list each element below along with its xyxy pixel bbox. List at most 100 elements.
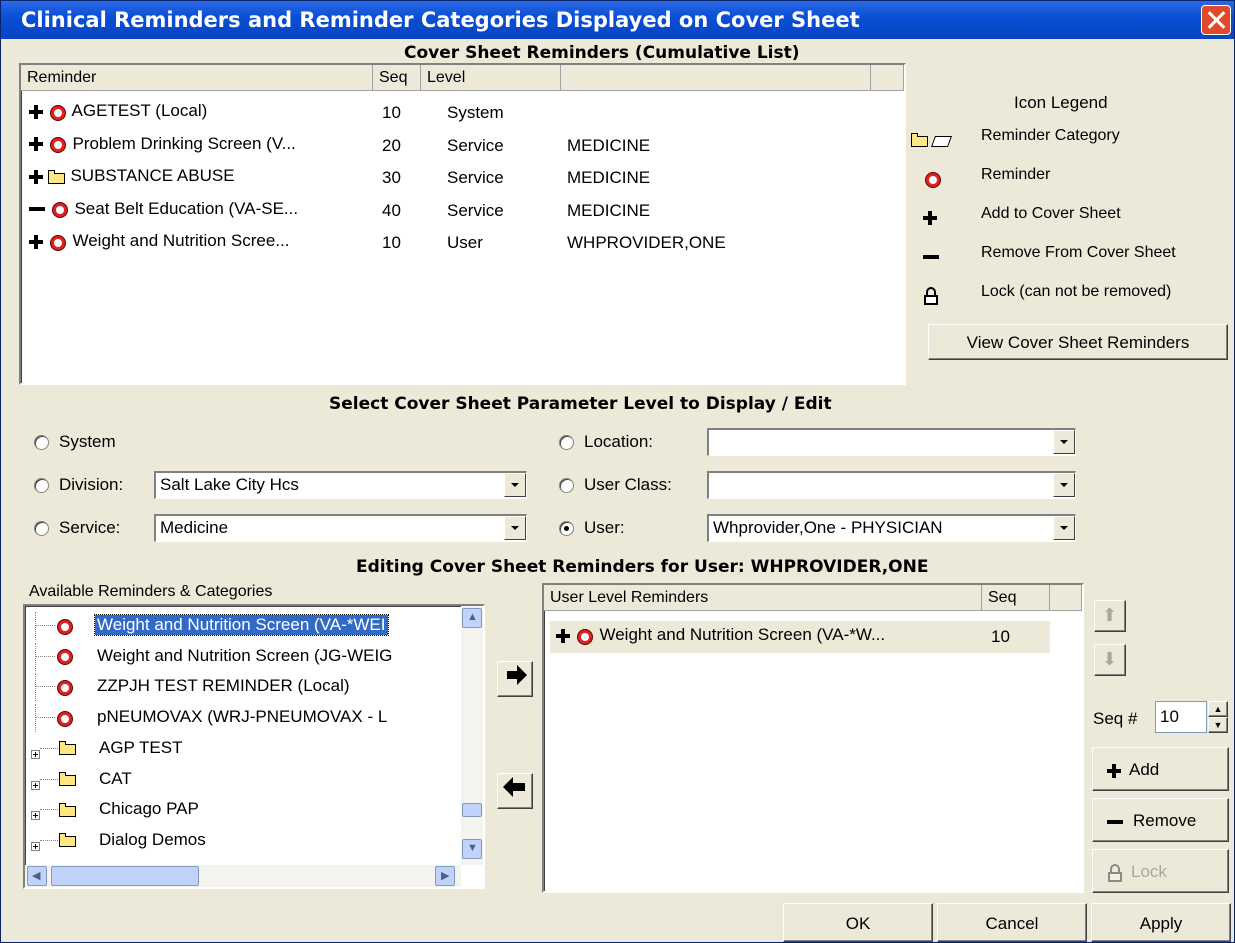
- col-header-value[interactable]: [561, 65, 871, 91]
- col-header-seq[interactable]: Seq: [373, 65, 421, 91]
- division-combo[interactable]: Salt Lake City Hcs: [154, 471, 527, 499]
- lock-button[interactable]: Lock: [1092, 849, 1229, 893]
- cumulative-row[interactable]: Problem Drinking Screen (V... 20 Service ME…: [29, 130, 869, 162]
- arrow-left-icon: [503, 777, 525, 797]
- col-header-user-seq[interactable]: Seq: [982, 585, 1050, 611]
- cumulative-heading: Cover Sheet Reminders (Cumulative List): [404, 43, 800, 63]
- chevron-down-icon[interactable]: [1053, 516, 1075, 540]
- reminder-name: SUBSTANCE ABUSE: [70, 166, 235, 185]
- move-left-button[interactable]: [497, 773, 533, 809]
- radio-user-class[interactable]: [559, 478, 574, 493]
- radio-location[interactable]: [559, 435, 574, 450]
- expand-icon[interactable]: [31, 780, 40, 790]
- reminder-level: Service: [447, 200, 504, 220]
- tree-category-item[interactable]: CAT: [25, 766, 459, 794]
- move-up-button[interactable]: ⬆: [1094, 600, 1126, 632]
- vertical-scrollbar[interactable]: ▲ ▼: [461, 606, 483, 865]
- scroll-left-icon[interactable]: ◀: [27, 866, 47, 886]
- cumulative-list[interactable]: Reminder Seq Level AGETEST (Local) 10 Syst…: [19, 63, 906, 385]
- cumulative-row[interactable]: SUBSTANCE ABUSE 30 Service MEDICINE: [29, 162, 869, 194]
- tree-reminder-item[interactable]: Weight and Nutrition Screen (VA-*WEI: [25, 612, 459, 640]
- radio-user[interactable]: [559, 521, 574, 536]
- chevron-down-icon[interactable]: [504, 473, 526, 497]
- cumulative-row[interactable]: AGETEST (Local) 10 System: [29, 97, 869, 129]
- user-class-combo[interactable]: [707, 471, 1076, 499]
- lock-icon: [1107, 863, 1123, 882]
- view-cover-sheet-reminders-button[interactable]: View Cover Sheet Reminders: [928, 324, 1228, 360]
- expand-icon[interactable]: [31, 841, 40, 851]
- spin-down-icon[interactable]: ▼: [1208, 717, 1228, 733]
- legend-item: Remove From Cover Sheet: [911, 242, 1233, 270]
- user-reminder-name: Weight and Nutrition Screen (VA-*W...: [599, 625, 886, 644]
- minus-icon: [1107, 815, 1123, 829]
- legend-label: Reminder: [981, 166, 1051, 183]
- ok-button[interactable]: OK: [783, 903, 933, 942]
- legend-label: Add to Cover Sheet: [981, 205, 1121, 222]
- seq-input[interactable]: 10: [1155, 701, 1207, 733]
- apply-button[interactable]: Apply: [1091, 903, 1231, 942]
- radio-system[interactable]: [34, 435, 49, 450]
- seq-spinner[interactable]: ▲ ▼: [1208, 701, 1228, 733]
- user-level-list[interactable]: User Level Reminders Seq Weight and Nutr…: [542, 583, 1084, 893]
- add-button[interactable]: Add: [1092, 747, 1229, 791]
- expand-icon[interactable]: [31, 811, 40, 821]
- col-header-user-spacer: [1050, 585, 1082, 611]
- chevron-down-icon[interactable]: [1053, 473, 1075, 497]
- plus-icon: [29, 137, 43, 152]
- reminder-seq: 30: [382, 168, 401, 187]
- horizontal-scrollbar[interactable]: ◀ ▶: [25, 865, 461, 887]
- move-right-button[interactable]: [497, 661, 533, 697]
- location-label: Location:: [584, 432, 653, 451]
- col-header-user-level[interactable]: User Level Reminders: [544, 585, 982, 611]
- tree-item-label: Weight and Nutrition Screen (VA-*WEI: [94, 614, 389, 636]
- cumulative-row[interactable]: Weight and Nutrition Scree... 10 User WHPRO…: [29, 227, 869, 259]
- location-combo[interactable]: [707, 428, 1076, 456]
- radio-division[interactable]: [34, 478, 49, 493]
- cumulative-row[interactable]: Seat Belt Education (VA-SE... 40 Service ME…: [29, 195, 869, 227]
- scroll-thumb[interactable]: [462, 803, 482, 817]
- col-header-reminder[interactable]: Reminder: [21, 65, 373, 91]
- col-header-level[interactable]: Level: [421, 65, 561, 91]
- seq-label: Seq #: [1093, 709, 1138, 728]
- tree-reminder-item[interactable]: Weight and Nutrition Screen (JG-WEIG: [25, 642, 459, 671]
- spin-up-icon[interactable]: ▲: [1208, 701, 1228, 717]
- folder-icon: [911, 132, 929, 147]
- tree-item-label: Weight and Nutrition Screen (JG-WEIG: [97, 645, 393, 665]
- available-tree[interactable]: Weight and Nutrition Screen (VA-*WEI Weig…: [23, 604, 485, 889]
- legend-label: Lock (can not be removed): [981, 283, 1172, 300]
- user-level-row[interactable]: Weight and Nutrition Screen (VA-*W... 10: [550, 621, 1050, 653]
- tree-reminder-item[interactable]: pNEUMOVAX (WRJ-PNEUMOVAX - L: [25, 704, 459, 733]
- tree-reminder-item[interactable]: ZZPJH TEST REMINDER (Local): [25, 673, 459, 702]
- expand-icon[interactable]: [31, 749, 40, 759]
- remove-button[interactable]: Remove: [1092, 798, 1229, 842]
- available-label: Available Reminders & Categories: [29, 583, 273, 600]
- window-title: Clinical Reminders and Reminder Categori…: [21, 8, 860, 32]
- scroll-down-icon[interactable]: ▼: [462, 839, 482, 859]
- title-bar[interactable]: Clinical Reminders and Reminder Categori…: [1, 1, 1234, 39]
- user-combo[interactable]: Whprovider,One - PHYSICIAN: [707, 514, 1076, 542]
- service-combo[interactable]: Medicine: [154, 514, 527, 542]
- folder-icon: [59, 802, 77, 817]
- user-label: User:: [584, 518, 625, 537]
- tree-category-item[interactable]: AGP TEST: [25, 735, 459, 763]
- params-heading: Select Cover Sheet Parameter Level to Di…: [329, 394, 832, 414]
- legend-item: Add to Cover Sheet: [911, 203, 1233, 231]
- minus-icon: [923, 250, 939, 264]
- chevron-down-icon[interactable]: [504, 516, 526, 540]
- close-icon[interactable]: [1201, 5, 1231, 35]
- plus-icon: [29, 234, 43, 249]
- service-label: Service:: [59, 518, 121, 537]
- scroll-right-icon[interactable]: ▶: [435, 866, 455, 886]
- plus-icon: [556, 628, 570, 643]
- editing-heading: Editing Cover Sheet Reminders for User: …: [356, 557, 929, 577]
- horizontal-scroll-thumb[interactable]: [51, 866, 199, 886]
- chevron-down-icon[interactable]: [1053, 430, 1075, 454]
- scroll-up-icon[interactable]: ▲: [462, 608, 482, 628]
- tree-category-item[interactable]: Dialog Demos: [25, 827, 459, 855]
- tree-item-label: Dialog Demos: [99, 829, 206, 849]
- move-down-button[interactable]: ⬇: [1094, 644, 1126, 676]
- folder-icon: [59, 741, 77, 756]
- cancel-button[interactable]: Cancel: [937, 903, 1087, 942]
- radio-service[interactable]: [34, 521, 49, 536]
- tree-category-item[interactable]: Chicago PAP: [25, 796, 459, 824]
